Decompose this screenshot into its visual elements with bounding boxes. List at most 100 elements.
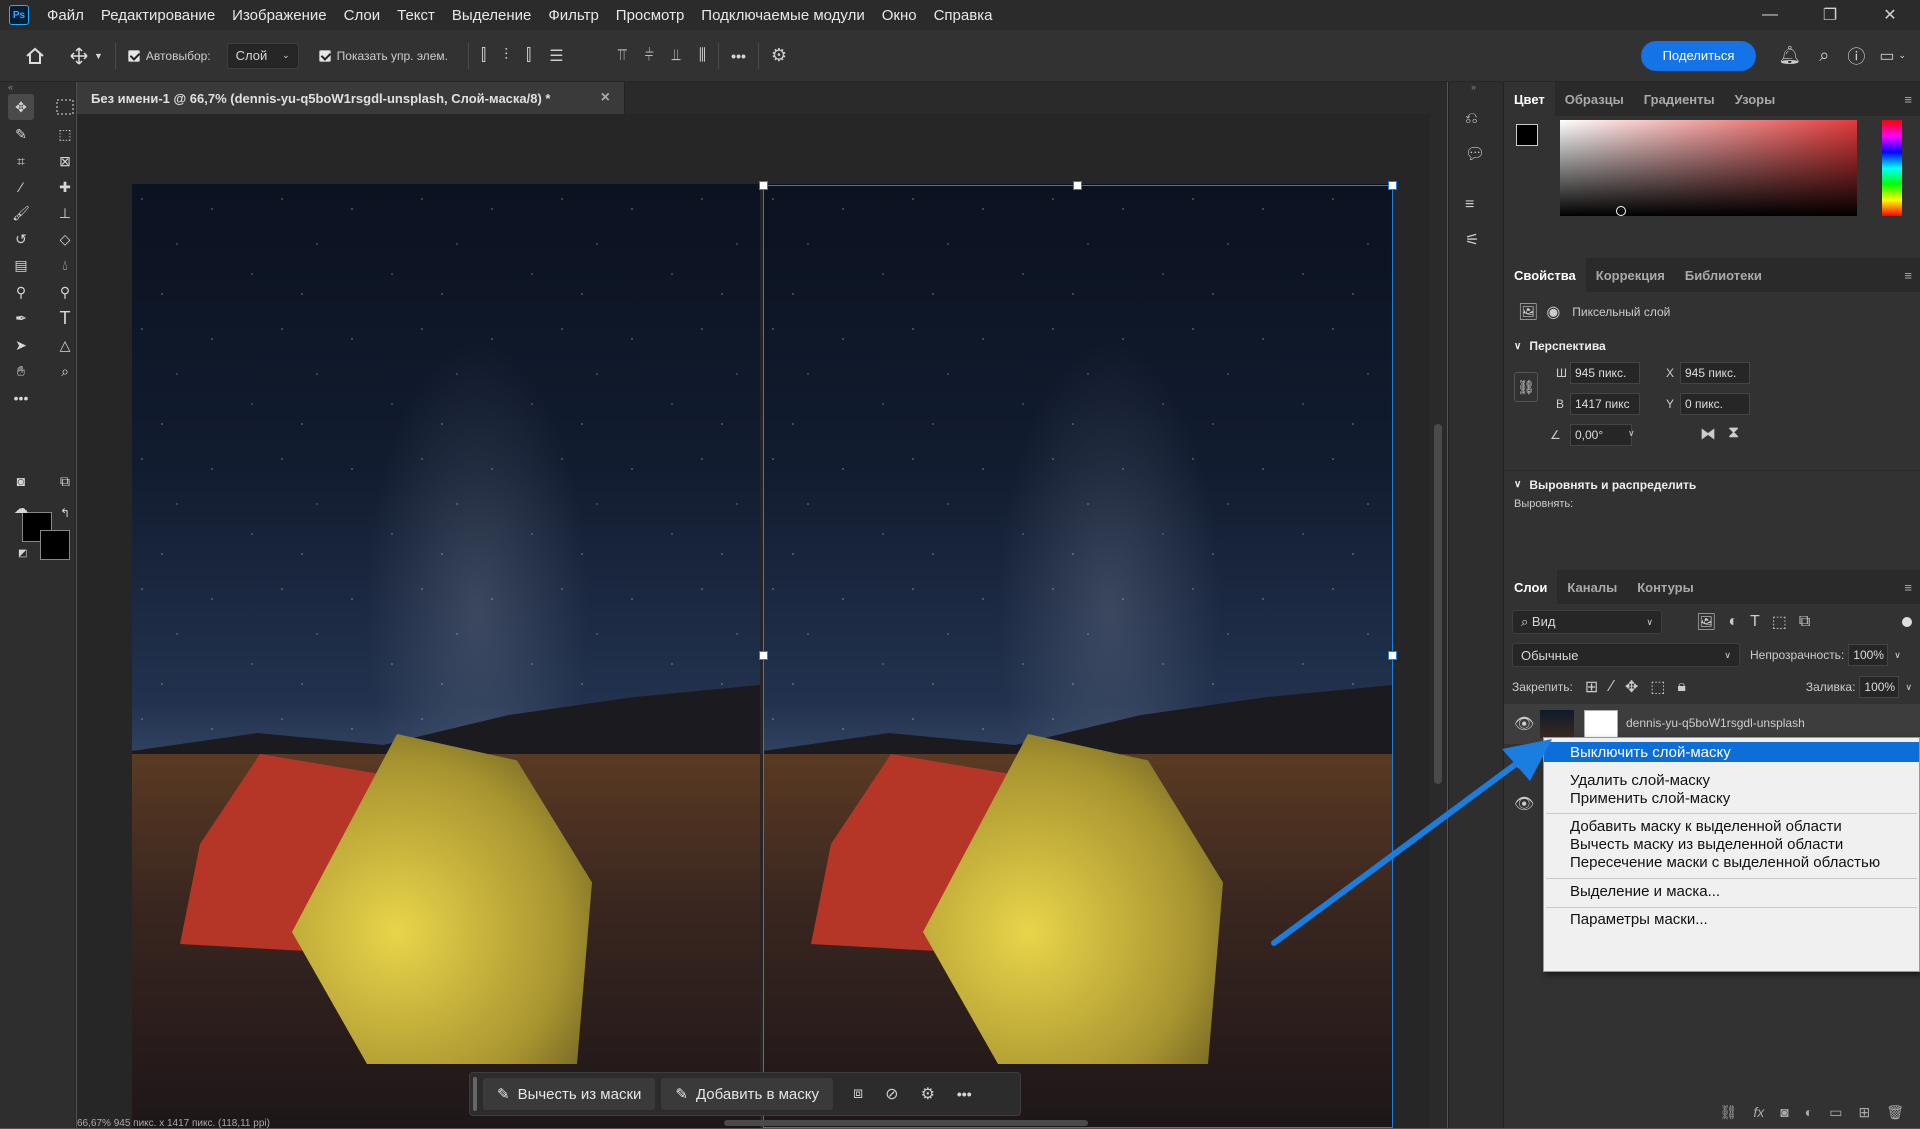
lock-all-icon[interactable]: 🔒︎ [1677, 678, 1686, 696]
quick-mask-icon[interactable]: ◙ [8, 468, 34, 494]
eraser-tool-icon[interactable]: ◇ [52, 226, 78, 252]
menu-item-add-mask-to-selection[interactable]: Добавить маску к выделенной области [1544, 816, 1919, 836]
fx-icon[interactable]: fx [1753, 1104, 1764, 1120]
gradient-tool-icon[interactable]: ▤ [8, 252, 34, 278]
expand-icon[interactable]: » [1471, 82, 1476, 92]
comments-icon[interactable]: 💬︎ [1465, 144, 1485, 164]
adjustment-layer-icon[interactable]: ◐ [1805, 1104, 1813, 1120]
crop-tool-icon[interactable]: ⌗ [8, 148, 34, 174]
align-right-icon[interactable]: ⫿ [526, 47, 531, 65]
transform-handle[interactable] [759, 651, 768, 660]
chevron-down-icon[interactable]: ∨ [1894, 650, 1901, 661]
filter-pixel-icon[interactable]: 🖼︎ [1696, 612, 1716, 632]
menu-item-2[interactable]: Изображение [232, 7, 327, 24]
menu-item-8[interactable]: Подключаемые модули [701, 7, 864, 24]
menu-item-delete-mask[interactable]: Удалить слой-маску [1544, 770, 1919, 790]
menu-item-5[interactable]: Выделение [452, 7, 531, 24]
collapse-icon[interactable]: « [8, 82, 13, 92]
foreground-swatch[interactable] [1516, 124, 1538, 146]
transform-handle[interactable] [759, 181, 768, 190]
y-field[interactable]: 0 пикс. [1680, 393, 1750, 415]
disable-mask-icon[interactable]: ⊘ [885, 1084, 898, 1104]
color-picker-ring[interactable] [1616, 206, 1626, 216]
chevron-down-icon[interactable]: ∨ [1628, 428, 1635, 439]
transform-handle[interactable] [1388, 181, 1397, 190]
show-controls-checkbox[interactable] [318, 49, 331, 62]
transform-bounding-box[interactable] [763, 185, 1393, 1128]
blend-mode-dropdown[interactable]: Обычные ∨ [1512, 643, 1740, 667]
minimize-button[interactable]: — [1740, 6, 1800, 24]
menu-item-0[interactable]: Файл [47, 7, 84, 24]
angle-field[interactable]: 0,00° [1570, 424, 1632, 446]
layer-filter-dropdown[interactable]: ⌕ Вид ∨ [1512, 610, 1662, 634]
brush-tool-icon[interactable]: 🖌︎ [8, 200, 34, 226]
move-tool-icon[interactable]: ✥ [8, 94, 34, 120]
align-top-icon[interactable]: ⫪ [618, 47, 627, 65]
menu-item-intersect-mask-with-selection[interactable]: Пересечение маски с выделенной областью [1544, 852, 1919, 872]
zoom-tool-icon[interactable]: ⌕ [52, 358, 78, 384]
canvas-vertical-scrollbar[interactable] [1430, 114, 1447, 1128]
cloud-sync-icon[interactable]: ☁ [8, 495, 34, 521]
add-mask-icon[interactable]: ◙ [1780, 1104, 1788, 1120]
move-tool-preset[interactable]: ▼ [70, 46, 103, 65]
shape-tool-icon[interactable]: △ [52, 332, 78, 358]
mask-settings-icon[interactable]: ⚙ [921, 1084, 935, 1104]
home-icon[interactable] [0, 47, 70, 65]
menu-item-7[interactable]: Просмотр [616, 7, 685, 24]
subtract-from-mask-button[interactable]: ✎ Вычесть из маски [483, 1078, 656, 1110]
bell-icon[interactable]: 🔔︎ [1778, 45, 1801, 66]
close-tab-icon[interactable]: × [601, 89, 610, 107]
more-button[interactable]: ••• [957, 1086, 972, 1102]
color-field[interactable] [1560, 120, 1857, 216]
zoom-lens-tool-icon[interactable]: ⚲ [52, 279, 78, 305]
color-tab-1[interactable]: Образцы [1555, 82, 1634, 116]
scroll-thumb[interactable] [1434, 424, 1442, 784]
filter-shape-icon[interactable]: ⬚ [1772, 612, 1787, 632]
group-icon[interactable]: ▭ [1829, 1104, 1842, 1121]
layers-tab-1[interactable]: Каналы [1557, 570, 1627, 604]
opacity-field[interactable]: 100% [1848, 644, 1889, 666]
marquee-tool-icon[interactable] [52, 94, 78, 120]
default-colors-icon[interactable]: ◩ [18, 548, 27, 559]
autoselect-checkbox[interactable] [127, 49, 140, 62]
menu-item-3[interactable]: Слои [344, 7, 380, 24]
frame-tool-icon[interactable]: ⊠ [52, 148, 78, 174]
align-bottom-icon[interactable]: ⫫ [672, 47, 681, 65]
hand-tool-icon[interactable]: ✋︎ [8, 358, 34, 384]
mask-thumbnail[interactable] [1584, 710, 1618, 738]
flip-vertical-icon[interactable]: ⧗ [1728, 424, 1739, 442]
filter-type-icon[interactable]: T [1750, 613, 1760, 631]
x-field[interactable]: 945 пикс. [1680, 362, 1750, 384]
distribute-vertical-icon[interactable]: ⫼ [699, 47, 706, 65]
adjustments-icon[interactable]: ⚟ [1465, 230, 1479, 250]
menu-item-mask-options[interactable]: Параметры маски... [1544, 909, 1919, 929]
more-tools-icon[interactable]: ••• [8, 385, 34, 411]
width-field[interactable]: 945 пикс. [1570, 362, 1640, 384]
drag-handle[interactable] [473, 1077, 477, 1111]
properties-tab-0[interactable]: Свойства [1504, 258, 1586, 292]
document-tab[interactable]: Без имени-1 @ 66,7% (dennis-yu-q5boW1rsg… [77, 82, 625, 114]
quick-select-tool-icon[interactable]: ✎ [8, 121, 34, 147]
help-icon[interactable]: ⓘ [1847, 43, 1865, 69]
menu-item-6[interactable]: Фильтр [548, 7, 598, 24]
eyedropper-tool-icon[interactable]: ⁄ [8, 174, 34, 200]
link-layers-icon[interactable]: ⛓ [1720, 1104, 1738, 1121]
panel-menu-icon[interactable]: ≡ [1904, 92, 1912, 107]
eye-icon[interactable]: 👁︎ [1514, 714, 1534, 734]
hue-slider[interactable] [1882, 120, 1902, 216]
flip-horizontal-icon[interactable]: ⧓ [1700, 424, 1716, 444]
mask-icon[interactable]: ◉ [1546, 302, 1560, 322]
lock-paint-icon[interactable]: ⁄ [1610, 678, 1613, 696]
height-field[interactable]: 1417 пикс [1570, 393, 1640, 415]
workspace-icon[interactable]: ▭ [1879, 46, 1894, 66]
filter-smart-icon[interactable]: ⧉ [1799, 613, 1810, 631]
lock-pixels-icon[interactable]: ⊞ [1585, 677, 1598, 697]
brush-settings-icon[interactable]: ≡ [1465, 196, 1474, 214]
mask-options-icon[interactable]: ⧈ [853, 1085, 863, 1103]
menu-item-9[interactable]: Окно [882, 7, 917, 24]
fill-field[interactable]: 100% [1859, 676, 1900, 698]
properties-tab-1[interactable]: Коррекция [1586, 258, 1675, 292]
close-button[interactable]: ✕ [1860, 5, 1920, 25]
path-select-tool-icon[interactable]: ➤ [8, 332, 34, 358]
color-tab-3[interactable]: Узоры [1725, 82, 1786, 116]
